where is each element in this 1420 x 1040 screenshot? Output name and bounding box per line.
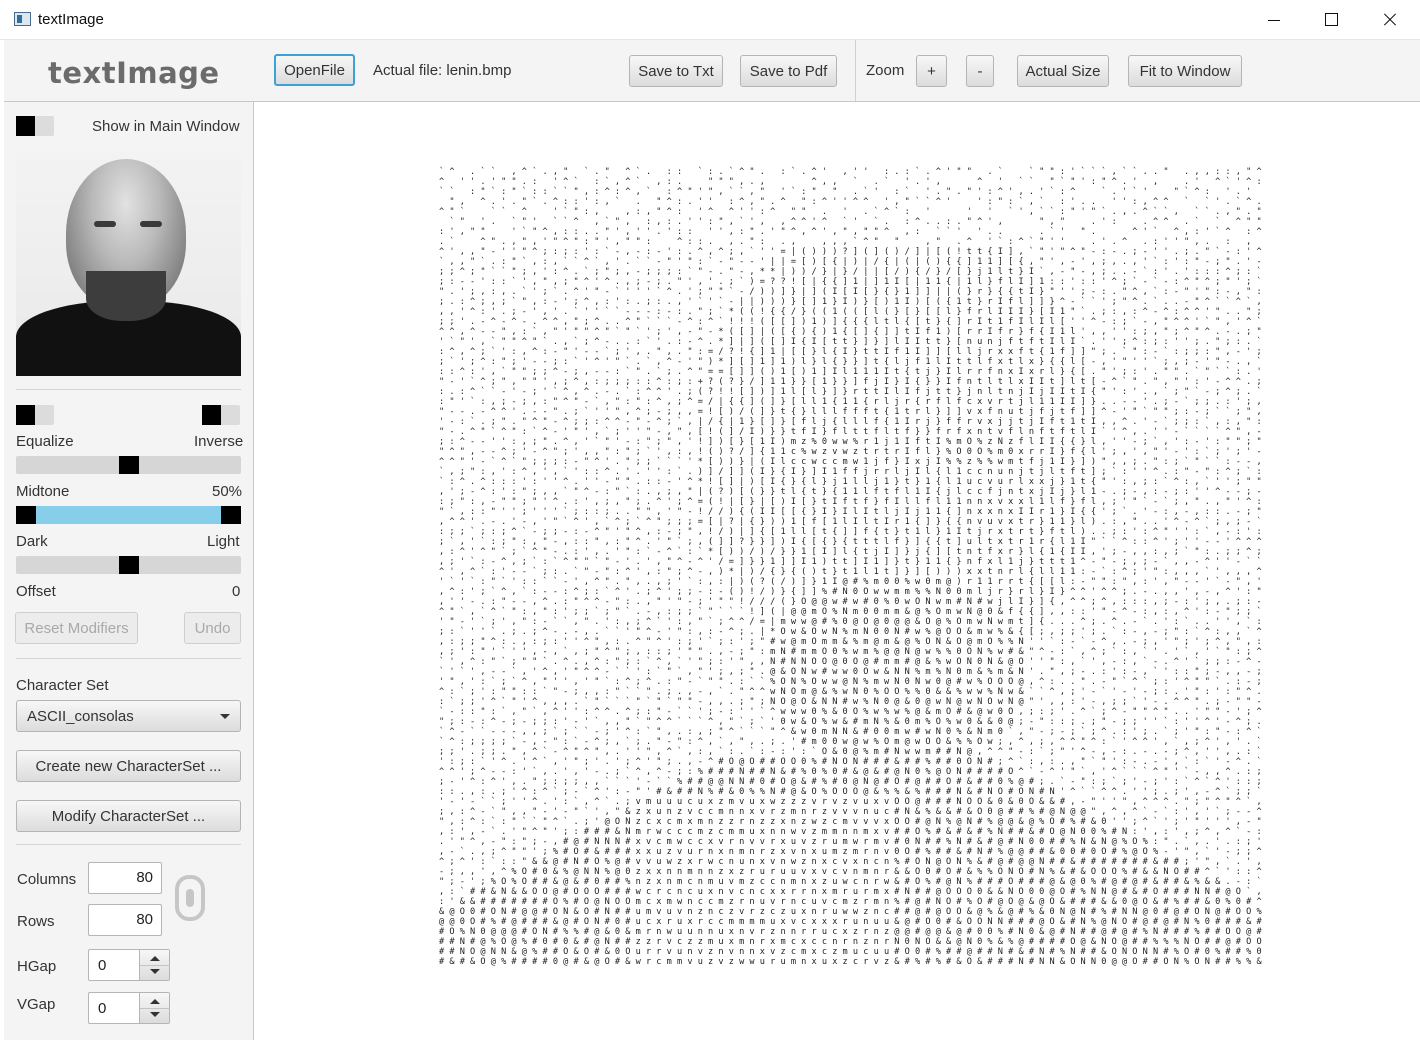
image-preview [16,151,241,376]
offset-value: 0 [232,583,241,600]
settings-panel: Show in Main Window Equalize Inverse Mid… [4,102,254,1040]
divider [16,844,241,845]
vgap-spinner-buttons[interactable] [139,993,170,1023]
zoom-out-button[interactable]: - [966,55,994,87]
hgap-label: HGap [17,958,57,975]
app-icon [14,12,31,26]
light-label: Light [207,533,240,550]
toolbar-separator [855,40,856,101]
reset-modifiers-button[interactable]: Reset Modifiers [15,612,138,644]
output-canvas[interactable]: ` ^ . ` ` , ^ ` . , " ` . " ^ ` . : : ` … [255,103,1419,1040]
midtone-value: 50% [212,483,243,500]
actual-size-button[interactable]: Actual Size [1017,55,1109,87]
divider [16,658,241,659]
divider [16,389,241,390]
hgap-spinner[interactable]: 0 [88,949,170,981]
offset-slider-thumb[interactable] [118,556,139,574]
character-set-value: ASCII_consolas [27,708,134,725]
equalize-label: Equalize [16,433,74,450]
light-thumb[interactable] [221,506,241,524]
offset-slider[interactable] [16,556,241,574]
rows-field[interactable]: 80 [88,904,162,936]
save-to-txt-button[interactable]: Save to Txt [629,55,723,87]
zoom-label: Zoom [866,62,905,79]
inverse-toggle[interactable] [202,405,240,425]
title-bar: textImage [0,0,1420,40]
hgap-spinner-buttons[interactable] [139,950,170,980]
ascii-art-output: ` ^ . ` ` , ^ ` . , " ` . " ^ ` . : : ` … [439,167,1262,971]
actual-file-label: Actual file: lenin.bmp [373,62,512,79]
toolbar: textImage OpenFile Actual file: lenin.bm… [4,40,1420,102]
midtone-slider-thumb[interactable] [118,456,139,474]
fit-to-window-button[interactable]: Fit to Window [1128,55,1242,87]
modify-charset-button[interactable]: Modify CharacterSet ... [16,800,241,832]
dark-thumb[interactable] [16,506,36,524]
minimize-icon [1268,20,1280,21]
equalize-toggle[interactable] [16,405,54,425]
toggle-knob [202,405,221,425]
maximize-icon [1325,13,1338,26]
link-ratio-icon[interactable] [175,875,205,921]
vgap-spinner[interactable]: 0 [88,992,170,1024]
hgap-value: 0 [98,957,107,974]
rows-label: Rows [17,913,55,930]
inverse-label: Inverse [194,433,244,450]
vgap-value: 0 [98,1000,107,1017]
save-to-pdf-button[interactable]: Save to Pdf [740,55,837,87]
increment-icon[interactable] [150,956,160,961]
undo-button[interactable]: Undo [184,612,241,644]
minimize-button[interactable] [1244,0,1302,40]
increment-icon[interactable] [150,999,160,1004]
midtone-label: Midtone [16,483,70,500]
chevron-down-icon [220,714,230,719]
vgap-label: VGap [17,996,56,1013]
app-logo: textImage [48,56,220,90]
close-button[interactable] [1360,0,1418,40]
dark-light-range-slider[interactable] [16,506,241,524]
midtone-slider[interactable] [16,456,241,474]
ascii-art-text: ` ^ . ` ` , ^ ` . , " ` . " ^ ` . : : ` … [439,167,1262,967]
window-title: textImage [38,11,104,28]
columns-field[interactable]: 80 [88,862,162,894]
decrement-icon[interactable] [150,969,160,974]
zoom-in-button[interactable]: + [916,55,947,87]
create-charset-button[interactable]: Create new CharacterSet ... [16,750,241,782]
character-set-dropdown[interactable]: ASCII_consolas [16,700,241,732]
decrement-icon[interactable] [150,1012,160,1017]
offset-label: Offset [16,583,56,600]
toggle-knob [16,116,35,136]
dark-label: Dark [16,533,48,550]
toggle-knob [16,405,35,425]
character-set-label: Character Set [16,677,109,694]
range-fill [26,506,231,524]
columns-label: Columns [17,871,77,888]
maximize-button[interactable] [1302,0,1360,40]
show-in-main-window-toggle[interactable] [16,116,54,136]
show-in-main-window-label: Show in Main Window [92,118,240,135]
close-icon [1360,0,1418,40]
open-file-button[interactable]: OpenFile [274,54,355,86]
